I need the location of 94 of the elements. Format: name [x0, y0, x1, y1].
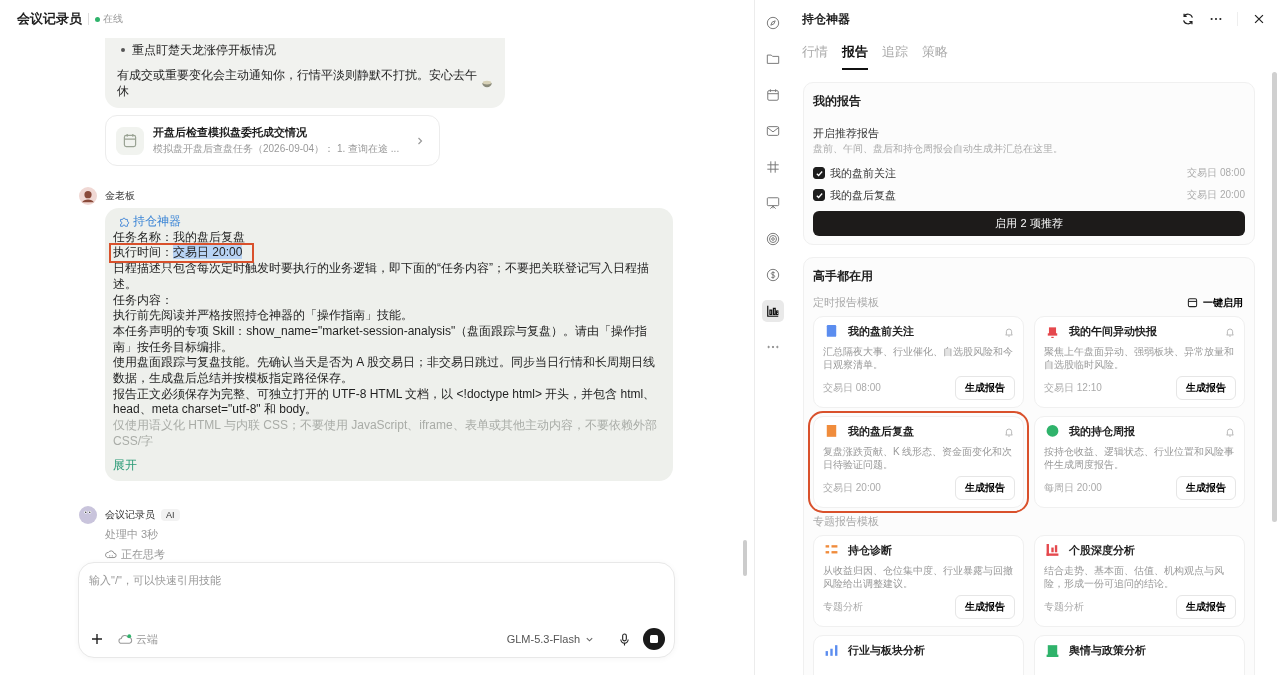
generate-button[interactable]: 生成报告	[1176, 595, 1236, 619]
generate-button[interactable]: 生成报告	[955, 595, 1015, 619]
model-selector[interactable]: GLM-5.3-Flash	[500, 632, 600, 646]
tab[interactable]: 报告	[842, 38, 868, 70]
generate-button[interactable]: 生成报告	[955, 376, 1015, 400]
checkbox-label: 我的盘前关注	[830, 165, 896, 181]
message-text: 报告正文必须保存为完整、可独立打开的 UTF-8 HTML 文档，以 <!doctype html> 开头，并包含 html、head、meta charset="utf-8" 和 body。	[113, 386, 657, 419]
puzzle-icon	[118, 215, 130, 228]
bell-icon[interactable]	[1224, 325, 1236, 338]
chevron-right-icon	[415, 135, 425, 146]
task-card[interactable]: 开盘后检查模拟盘委托成交情况 模拟盘开盘后查盘任务（2026-09-04）： 1. 查询在途 ...	[105, 115, 440, 166]
sender-name: 金老板	[105, 189, 135, 203]
status-text: 在线	[103, 12, 123, 26]
plus-icon	[91, 633, 103, 645]
section-title: 我的报告	[813, 93, 862, 110]
subsection-title: 开启推荐报告	[813, 126, 880, 141]
template-card[interactable]: 我的午间异动快报 聚焦上午盘面异动、强弱板块、异常放量和自选股临时风险。 交易日 12:10 生成报告	[1034, 316, 1245, 408]
card-title: 行业与板块分析	[848, 643, 925, 658]
generate-button[interactable]: 生成报告	[955, 476, 1015, 500]
task-subtitle: 模拟盘开盘后查盘任务（2026-09-04）： 1. 查询在途 ...	[153, 142, 401, 156]
card-description: 结合走势、基本面、估值、机构观点与风险，形成一份可追问的结论。	[1044, 564, 1225, 590]
card-meta: 交易日 12:10	[1044, 381, 1102, 395]
hint-text: 盘前、午间、盘后和持仓周报会自动生成并汇总在这里。	[813, 142, 1064, 156]
checkbox[interactable]	[813, 189, 825, 201]
subsection-title: 定时报告模板	[813, 295, 879, 310]
avatar	[79, 506, 97, 525]
avatar	[79, 187, 97, 205]
message-text: 仅使用语义化 HTML 与内联 CSS；不要使用 JavaScript、iframe、表单或其他主动内容，不要依赖外部 CSS/字	[113, 418, 658, 450]
template-card[interactable]: 个股深度分析 结合走势、基本面、估值、机构观点与风险，形成一份可追问的结论。 专题分析 生成报告	[1034, 535, 1245, 627]
checkbox-label: 我的盘后复盘	[830, 187, 896, 203]
template-card[interactable]: 我的持仓周报 按持仓收益、逻辑状态、行业位置和风险事件生成周度报告。 每周日 20:00 生成报告	[1034, 416, 1245, 508]
message-text: 任务名称：我的盘后复盘	[113, 229, 246, 246]
bell-icon[interactable]	[1003, 325, 1015, 338]
card-title: 舆情与政策分析	[1069, 643, 1146, 658]
calendar-icon	[1187, 297, 1198, 308]
card-title: 我的盘前关注	[848, 324, 914, 339]
card-description: 汇总隔夜大事、行业催化、自选股风险和今日观察清单。	[823, 345, 1014, 371]
card-title: 我的午间异动快报	[1069, 324, 1157, 339]
card-title: 我的持仓周报	[1069, 424, 1135, 439]
skill-link[interactable]: 持仓神器	[133, 214, 181, 230]
chart-icon[interactable]	[761, 300, 784, 322]
field-value: 交易日 20:00	[173, 245, 243, 260]
card-description: 聚焦上午盘面异动、强弱板块、异常放量和自选股临时风险。	[1044, 345, 1235, 371]
message-text: 任务内容：	[113, 292, 174, 309]
message-text: 有成交或重要变化会主动通知你，行情平淡则静默不打扰。安心去午休	[117, 67, 477, 99]
panel-title: 持仓神器	[802, 10, 850, 28]
template-card[interactable]: 舆情与政策分析	[1034, 635, 1245, 675]
card-meta: 每周日 20:00	[1044, 481, 1102, 495]
schedule-time: 交易日 20:00	[1187, 188, 1245, 202]
refresh-icon[interactable]	[1181, 12, 1195, 26]
card-meta: 交易日 20:00	[823, 481, 881, 495]
card-meta: 专题分析	[1044, 600, 1084, 614]
cloud-icon	[118, 633, 133, 645]
microphone-icon	[619, 632, 630, 646]
enable-button[interactable]: 启用 2 项推荐	[813, 211, 1245, 236]
template-card[interactable]: 我的盘前关注 汇总隔夜大事、行业催化、自选股风险和今日观察清单。 交易日 08:00 生成报告	[813, 316, 1024, 408]
bell-icon[interactable]	[1224, 425, 1236, 438]
message-input[interactable]: 输入"/"，可以快速引用技能	[89, 571, 664, 615]
field-label: 执行时间：	[113, 245, 173, 260]
scrollbar[interactable]	[1272, 72, 1277, 522]
enable-all-button[interactable]: 一键启用	[1185, 295, 1245, 310]
card-title: 我的盘后复盘	[848, 424, 914, 439]
card-description: 复盘涨跌贡献、K 线形态、资金面变化和次日待验证问题。	[823, 445, 1014, 471]
sender-name: 会议记录员	[105, 508, 155, 523]
checkbox[interactable]	[813, 167, 825, 179]
task-title: 开盘后检查模拟盘委托成交情况	[153, 125, 308, 140]
card-title: 持仓诊断	[848, 543, 892, 558]
subsection-title: 专题报告模板	[813, 514, 879, 529]
generate-button[interactable]: 生成报告	[1176, 476, 1236, 500]
card-description: 按持仓收益、逻辑状态、行业位置和风险事件生成周度报告。	[1044, 445, 1235, 471]
ai-badge: AI	[161, 509, 180, 522]
bullet-dot	[121, 48, 125, 52]
scrollbar[interactable]	[743, 540, 747, 576]
message-text: 执行前先阅读并严格按照持仓神器的「操作指南」技能。	[113, 308, 414, 324]
card-meta: 交易日 08:00	[823, 381, 881, 395]
processing-status: 处理中 3秒	[105, 527, 160, 543]
card-description: 从收益归因、仓位集中度、行业暴露与回撤风险给出调整建议。	[823, 564, 1014, 590]
chat-title: 会议记录员	[17, 10, 82, 28]
card-meta: 专题分析	[823, 600, 863, 614]
template-card[interactable]: 行业与板块分析	[813, 635, 1024, 675]
thinking-text: 正在思考	[121, 547, 165, 563]
message-text: 日程描述只包含每次定时触发时要执行的业务逻辑，即下面的“任务内容”；不要把关联登记写入日程描述。	[113, 261, 650, 293]
close-icon[interactable]	[1252, 12, 1266, 26]
generate-button[interactable]: 生成报告	[1176, 376, 1236, 400]
card-title: 个股深度分析	[1069, 543, 1135, 558]
schedule-time: 交易日 08:00	[1187, 166, 1245, 180]
thinking-icon	[105, 548, 117, 561]
bullet-text: 重点盯楚天龙涨停开板情况	[132, 42, 276, 58]
message-text: 本任务声明的专项 Skill：show_name="market-session-analysis"（盘面跟踪与复盘）。请由「操作指南」按任务目标编排。	[113, 323, 649, 356]
calendar-icon	[116, 126, 144, 155]
bell-icon[interactable]	[1003, 425, 1015, 438]
section-title: 高手都在用	[813, 268, 874, 285]
message-text: 使用盘面跟踪与复盘技能。先确认当天是否为 A 股交易日；非交易日跳过。同步当日行情和长周期日线数据，生成盘后总结并按模板指定路径保存。	[113, 355, 656, 387]
template-card[interactable]: 持仓诊断 从收益归因、仓位集中度、行业暴露与回撤风险给出调整建议。 专题分析 生成报告	[813, 535, 1024, 627]
